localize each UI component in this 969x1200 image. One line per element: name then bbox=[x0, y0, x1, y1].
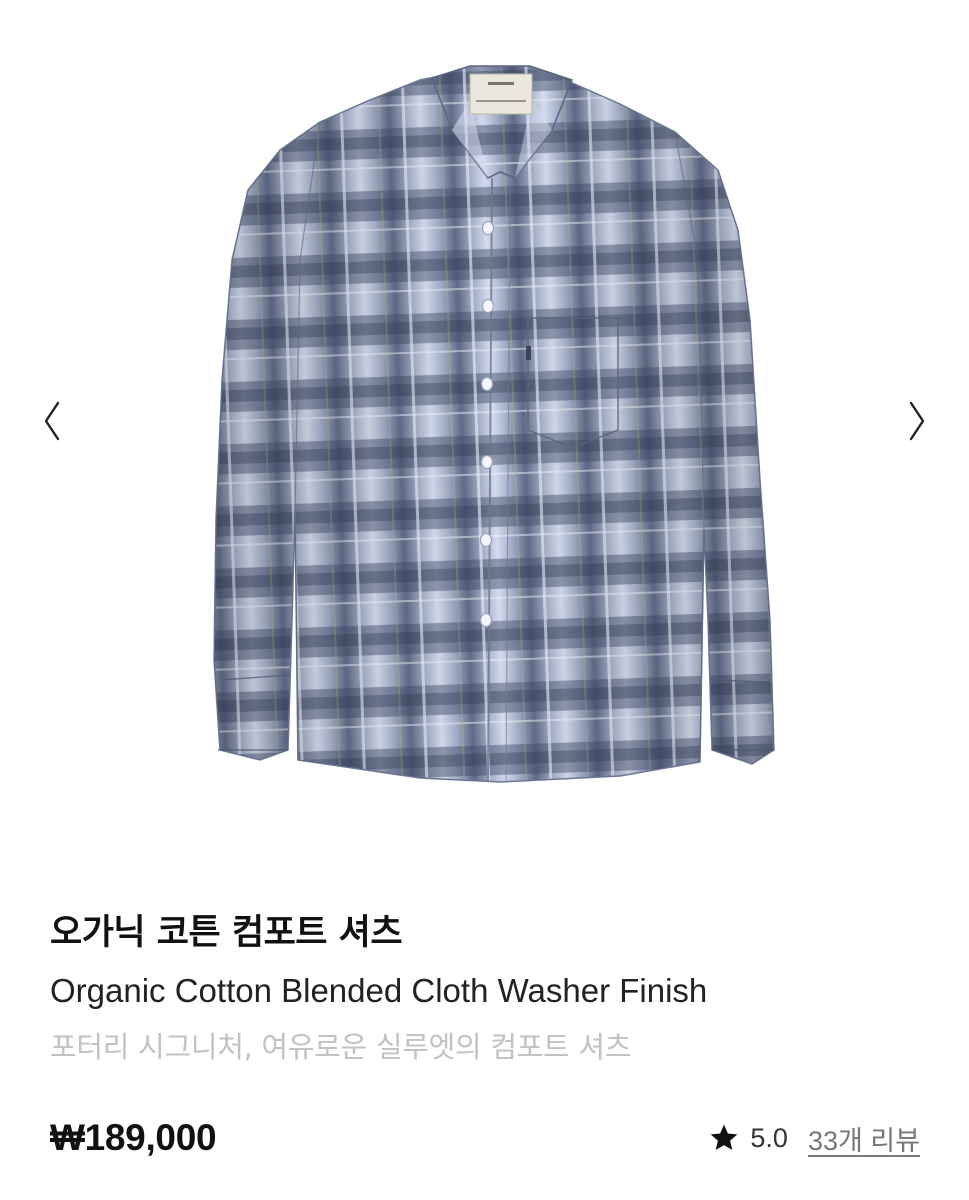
price-rating-row: ₩189,000 5.0 33개 리뷰 bbox=[50, 1110, 920, 1166]
star-icon bbox=[711, 1124, 738, 1150]
product-title-korean: 오가닉 코튼 컴포트 셔츠 bbox=[50, 913, 403, 953]
product-description: 포터리 시그니처, 여유로운 실루엣의 컴포트 셔츠 bbox=[50, 1030, 632, 1064]
rating-score: 5.0 bbox=[750, 1122, 788, 1153]
prev-image-button[interactable] bbox=[32, 396, 72, 446]
product-info: 오가닉 코튼 컴포트 셔츠 Organic Cotton Blended Clo… bbox=[50, 905, 920, 1069]
chevron-left-icon bbox=[44, 401, 60, 441]
reviews-link[interactable]: 33개 리뷰 bbox=[808, 1119, 920, 1158]
next-image-button[interactable] bbox=[897, 396, 937, 446]
chevron-right-icon bbox=[909, 401, 925, 441]
product-price: ₩189,000 bbox=[50, 1117, 217, 1158]
product-image-gallery bbox=[0, 0, 969, 850]
product-image-shirt[interactable] bbox=[170, 60, 800, 800]
product-title-english: Organic Cotton Blended Cloth Washer Fini… bbox=[50, 972, 708, 1009]
rating-summary: 5.0 33개 리뷰 bbox=[708, 1119, 920, 1158]
